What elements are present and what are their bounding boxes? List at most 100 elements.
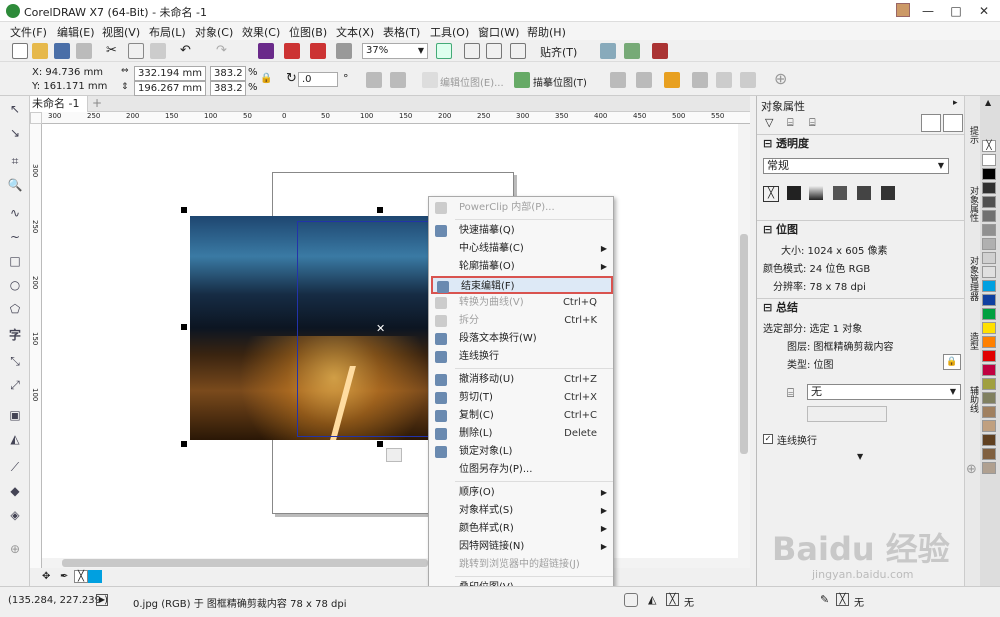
tab-guidelines[interactable]: 辅助线 bbox=[966, 386, 980, 413]
vertical-scrollbar[interactable] bbox=[738, 124, 750, 558]
menu-window[interactable]: 窗口(W) bbox=[478, 24, 519, 40]
summary-section-header[interactable]: ⊟ 总结 bbox=[757, 298, 965, 316]
menu-file[interactable]: 文件(F) bbox=[10, 24, 47, 40]
selection-handle[interactable] bbox=[181, 207, 187, 213]
menu-view[interactable]: 视图(V) bbox=[102, 24, 140, 40]
tab-object-manager[interactable]: 对象管理器 bbox=[966, 256, 980, 301]
palette-swatch[interactable] bbox=[982, 448, 996, 460]
context-menu-item[interactable]: PowerClip 内部(P)... bbox=[431, 199, 613, 217]
transparency-tab-icon[interactable]: ⌸ bbox=[809, 116, 825, 132]
polygon-tool-icon[interactable]: ⬠ bbox=[7, 302, 23, 316]
transparency-tool-icon[interactable]: ◭ bbox=[7, 432, 23, 446]
context-menu-item[interactable]: 连线换行 bbox=[431, 348, 613, 366]
user-icon[interactable] bbox=[896, 3, 910, 17]
y-position-label[interactable]: Y: 161.171 mm bbox=[32, 81, 107, 92]
context-menu-item[interactable]: 顺序(O) ▶ bbox=[431, 484, 613, 502]
text-tool-icon[interactable]: 字 bbox=[7, 328, 23, 342]
to-back-icon[interactable] bbox=[740, 72, 756, 88]
scale-x-field[interactable]: 383.2 bbox=[210, 66, 246, 81]
context-menu-item[interactable]: 剪切(T) Ctrl+X bbox=[431, 389, 613, 407]
context-menu-item[interactable]: 结束编辑(F) bbox=[431, 276, 613, 294]
crop-bitmap-icon[interactable] bbox=[636, 72, 652, 88]
palette-scroll-up-icon[interactable]: ▲ bbox=[985, 98, 991, 107]
status-expand-icon[interactable]: ▶ bbox=[96, 594, 108, 606]
add-docker-icon[interactable]: ⊕ bbox=[966, 462, 977, 477]
show-grid-icon[interactable] bbox=[486, 43, 502, 59]
palette-swatch[interactable] bbox=[982, 224, 996, 236]
palette-swatch[interactable] bbox=[982, 154, 996, 166]
palette-swatch[interactable] bbox=[982, 378, 996, 390]
menu-table[interactable]: 表格(T) bbox=[383, 24, 420, 40]
bitmap-section-header[interactable]: ⊟ 位图 bbox=[757, 220, 965, 238]
menu-edit[interactable]: 编辑(E) bbox=[57, 24, 95, 40]
uniform-transparency-icon[interactable] bbox=[787, 186, 801, 200]
fountain-transparency-icon[interactable] bbox=[809, 186, 823, 200]
context-menu-item[interactable]: 拆分 Ctrl+K bbox=[431, 312, 613, 330]
context-menu-item[interactable]: 对象样式(S) ▶ bbox=[431, 502, 613, 520]
wrap-offset-field[interactable] bbox=[807, 406, 887, 422]
menu-help[interactable]: 帮助(H) bbox=[527, 24, 566, 40]
line-wrap-checkbox[interactable]: ✓ bbox=[763, 434, 773, 444]
pick-tool-icon[interactable]: ↖ bbox=[7, 102, 23, 116]
context-menu-item[interactable]: 中心线描摹(C) ▶ bbox=[431, 240, 613, 258]
palette-swatch[interactable] bbox=[982, 266, 996, 278]
connector-tool-icon[interactable]: ⤢ bbox=[7, 378, 23, 392]
color-eyedropper-icon[interactable]: ⟋ bbox=[7, 460, 23, 474]
eyedropper-icon[interactable]: ✒ bbox=[60, 571, 68, 582]
center-marker-icon[interactable]: ✕ bbox=[376, 322, 385, 335]
cut-icon[interactable]: ✂ bbox=[106, 43, 122, 59]
selection-handle[interactable] bbox=[181, 324, 187, 330]
show-guidelines-icon[interactable] bbox=[510, 43, 526, 59]
context-menu-item[interactable]: 快速描摹(Q) bbox=[431, 222, 613, 240]
crop-tool-icon[interactable]: ⌗ bbox=[7, 154, 23, 168]
selection-handle[interactable] bbox=[181, 441, 187, 447]
powerclip-badge-icon[interactable] bbox=[386, 448, 402, 462]
menu-layout[interactable]: 布局(L) bbox=[149, 24, 186, 40]
context-menu-item[interactable]: 撤消移动(U) Ctrl+Z bbox=[431, 371, 613, 389]
horizontal-scrollbar[interactable] bbox=[42, 558, 750, 568]
shape-tool-icon[interactable]: ↘ bbox=[7, 126, 23, 140]
menu-text[interactable]: 文本(X) bbox=[336, 24, 374, 40]
palette-swatch[interactable] bbox=[982, 392, 996, 404]
maximize-button[interactable]: □ bbox=[942, 0, 970, 22]
outline-pen-icon[interactable]: ✎ bbox=[820, 593, 829, 606]
horizontal-scroll-thumb[interactable] bbox=[62, 559, 428, 567]
undo-icon[interactable]: ↶ bbox=[180, 43, 196, 59]
add-icon[interactable]: ⊕ bbox=[774, 69, 787, 88]
width-field[interactable]: 332.194 mm bbox=[134, 66, 206, 81]
context-menu-item[interactable]: 位图另存为(P)... bbox=[431, 461, 613, 479]
palette-swatch[interactable] bbox=[982, 420, 996, 432]
mirror-horizontal-icon[interactable] bbox=[366, 72, 382, 88]
ruler-origin[interactable] bbox=[30, 112, 42, 124]
freehand-tool-icon[interactable]: ∿ bbox=[7, 206, 23, 220]
vertical-ruler[interactable]: 300 250 200 150 100 bbox=[30, 124, 42, 569]
save-icon[interactable] bbox=[54, 43, 70, 59]
copy-icon[interactable] bbox=[128, 43, 144, 59]
selection-handle[interactable] bbox=[377, 207, 383, 213]
horizontal-ruler[interactable]: 300 250 200 150 100 50 0 50 100 150 200 … bbox=[42, 112, 750, 124]
no-transparency-icon[interactable]: ╳ bbox=[763, 186, 779, 202]
import-icon[interactable] bbox=[284, 43, 300, 59]
redo-icon[interactable]: ↷ bbox=[216, 43, 232, 59]
context-menu-item[interactable]: 转换为曲线(V) Ctrl+Q bbox=[431, 294, 613, 312]
document-palette-swatch[interactable] bbox=[88, 570, 102, 583]
context-menu-item[interactable]: 因特网链接(N) ▶ bbox=[431, 538, 613, 556]
no-fill-swatch[interactable]: ╳ bbox=[74, 570, 88, 583]
smart-fill-icon[interactable]: ◈ bbox=[7, 508, 23, 522]
paste-icon[interactable] bbox=[150, 43, 166, 59]
palette-swatch[interactable] bbox=[982, 308, 996, 320]
expand-more-icon[interactable]: ▼ bbox=[857, 452, 863, 461]
rotation-field[interactable]: .0 bbox=[298, 72, 338, 87]
color-proof-icon[interactable] bbox=[624, 593, 638, 607]
context-menu-item[interactable]: 复制(C) Ctrl+C bbox=[431, 407, 613, 425]
bitmap-color-mask-icon[interactable] bbox=[664, 72, 680, 88]
palette-swatch[interactable] bbox=[982, 252, 996, 264]
trace-bitmap-button[interactable]: 描摹位图(T) bbox=[533, 74, 587, 89]
search-content-icon[interactable] bbox=[258, 43, 274, 59]
artistic-media-icon[interactable]: ~ bbox=[7, 230, 23, 244]
add-tool-icon[interactable]: ⊕ bbox=[7, 542, 23, 556]
height-field[interactable]: 196.267 mm bbox=[134, 81, 206, 96]
edit-bitmap-button[interactable]: 编辑位图(E)... bbox=[440, 74, 504, 89]
lock-object-icon[interactable]: 🔒 bbox=[943, 354, 961, 370]
context-menu-item[interactable]: 锁定对象(L) bbox=[431, 443, 613, 461]
